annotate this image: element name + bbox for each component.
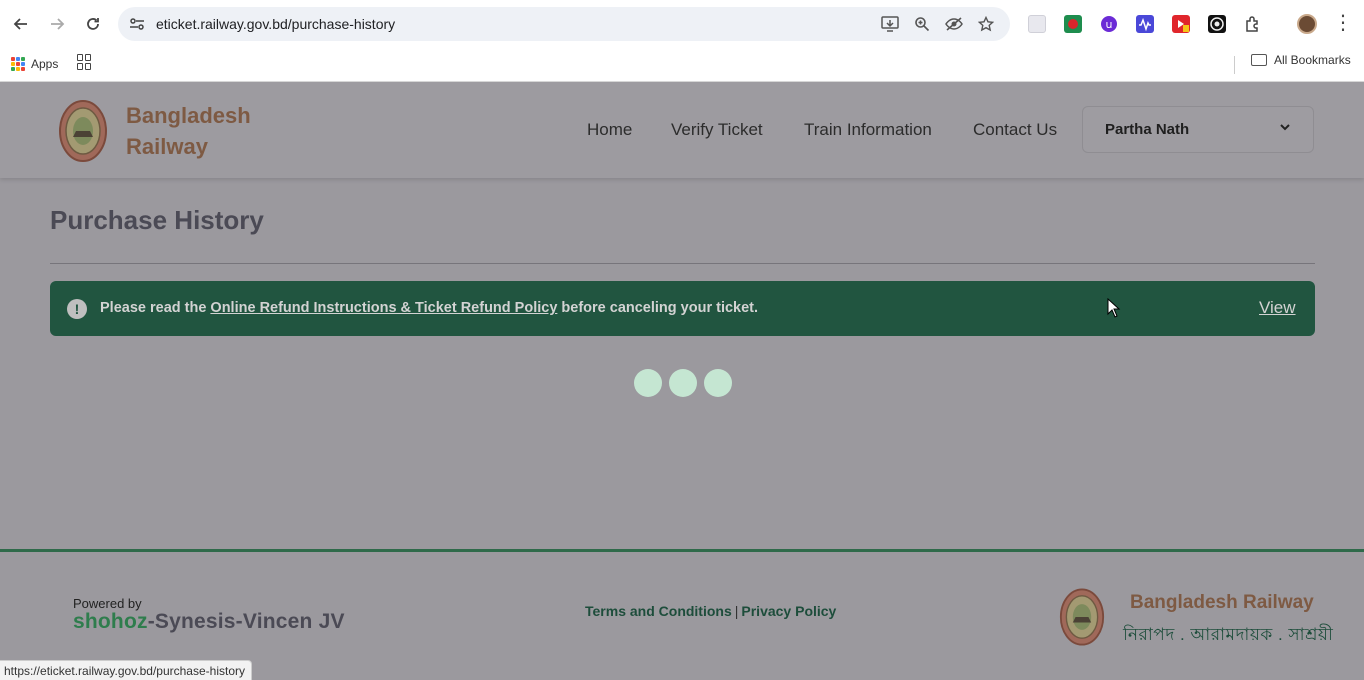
footer-tagline: নিরাপদ . আরামদায়ক . সাশ্রয়ী bbox=[1123, 625, 1334, 644]
install-icon[interactable] bbox=[881, 15, 899, 33]
jv-part-2: -Synesis-Vincen JV bbox=[147, 610, 345, 633]
star-icon[interactable] bbox=[977, 15, 995, 33]
footer-links: Terms and Conditions | Privacy Policy bbox=[585, 603, 836, 619]
extension-icon[interactable] bbox=[1064, 15, 1082, 33]
bookmarks-divider bbox=[1234, 56, 1235, 74]
brand-line-2: Railway bbox=[126, 134, 208, 159]
reload-icon[interactable] bbox=[81, 12, 105, 36]
chevron-down-icon bbox=[1280, 124, 1290, 131]
alert-message: Please read the Online Refund Instructio… bbox=[100, 300, 758, 316]
loading-dot bbox=[704, 369, 732, 397]
cursor-icon bbox=[1107, 298, 1121, 318]
browser-toolbar: eticket.railway.gov.bd/purchase-history … bbox=[0, 0, 1364, 48]
address-bar[interactable]: eticket.railway.gov.bd/purchase-history bbox=[118, 7, 1010, 41]
brand-line-1: Bangladesh bbox=[126, 103, 251, 128]
svg-text:u: u bbox=[1106, 18, 1113, 31]
view-button[interactable]: View bbox=[1259, 298, 1296, 318]
tab-groups-icon[interactable] bbox=[77, 54, 93, 70]
extensions-icon[interactable] bbox=[1244, 15, 1262, 33]
loading-dot bbox=[634, 369, 662, 397]
apps-label: Apps bbox=[31, 57, 59, 71]
url-text[interactable]: eticket.railway.gov.bd/purchase-history bbox=[156, 16, 395, 32]
brand-name[interactable]: Bangladesh Railway bbox=[126, 100, 251, 162]
kebab-menu-icon[interactable]: ⋮ bbox=[1333, 12, 1353, 36]
nav-verify-ticket[interactable]: Verify Ticket bbox=[671, 120, 763, 140]
developer-logo[interactable]: shohoz-Synesis-Vincen JV bbox=[73, 610, 345, 634]
loading-dot bbox=[669, 369, 697, 397]
privacy-link[interactable]: Privacy Policy bbox=[741, 603, 836, 619]
link-separator: | bbox=[734, 603, 739, 619]
back-icon[interactable] bbox=[9, 12, 33, 36]
apps-icon bbox=[11, 57, 25, 71]
nav-contact-us[interactable]: Contact Us bbox=[973, 120, 1057, 140]
jv-part-1: shohoz bbox=[73, 610, 148, 633]
extension-icon[interactable] bbox=[1208, 15, 1226, 33]
extension-icon[interactable]: u bbox=[1100, 15, 1118, 33]
extension-icon[interactable] bbox=[1028, 15, 1046, 33]
loading-indicator bbox=[634, 369, 732, 397]
status-bar-url: https://eticket.railway.gov.bd/purchase-… bbox=[0, 660, 252, 680]
nav-train-information[interactable]: Train Information bbox=[804, 120, 932, 140]
apps-bookmark[interactable]: Apps bbox=[11, 54, 58, 74]
extension-icon[interactable] bbox=[1172, 15, 1190, 33]
bookmarks-bar: Apps All Bookmarks bbox=[0, 48, 1364, 82]
alert-prefix: Please read the bbox=[100, 300, 211, 316]
avatar[interactable] bbox=[1297, 14, 1317, 34]
site-header: Bangladesh Railway Home Verify Ticket Tr… bbox=[0, 82, 1364, 178]
all-bookmarks-label: All Bookmarks bbox=[1274, 53, 1351, 67]
nav-home[interactable]: Home bbox=[587, 120, 632, 140]
site-settings-icon[interactable] bbox=[128, 15, 146, 33]
railway-logo[interactable] bbox=[58, 99, 108, 163]
eye-off-icon[interactable] bbox=[945, 15, 963, 33]
alert-suffix: before canceling your ticket. bbox=[557, 300, 759, 316]
page: Bangladesh Railway Home Verify Ticket Tr… bbox=[0, 82, 1364, 680]
title-divider bbox=[50, 263, 1315, 264]
footer-railway-logo bbox=[1059, 587, 1105, 647]
user-menu-dropdown[interactable]: Partha Nath bbox=[1082, 106, 1314, 153]
terms-link[interactable]: Terms and Conditions bbox=[585, 603, 732, 619]
folder-icon bbox=[1251, 54, 1267, 66]
all-bookmarks-button[interactable]: All Bookmarks bbox=[1251, 53, 1351, 67]
refund-policy-link[interactable]: Online Refund Instructions & Ticket Refu… bbox=[210, 300, 557, 316]
refund-policy-alert: ! Please read the Online Refund Instruct… bbox=[50, 281, 1315, 336]
powered-by-label: Powered by bbox=[73, 596, 142, 611]
footer-brand: Bangladesh Railway bbox=[1130, 592, 1314, 613]
user-name: Partha Nath bbox=[1105, 121, 1190, 138]
exclamation-icon: ! bbox=[67, 299, 87, 319]
extension-icon[interactable] bbox=[1136, 15, 1154, 33]
page-title: Purchase History bbox=[50, 205, 264, 235]
forward-icon[interactable] bbox=[45, 12, 69, 36]
zoom-icon[interactable] bbox=[913, 15, 931, 33]
